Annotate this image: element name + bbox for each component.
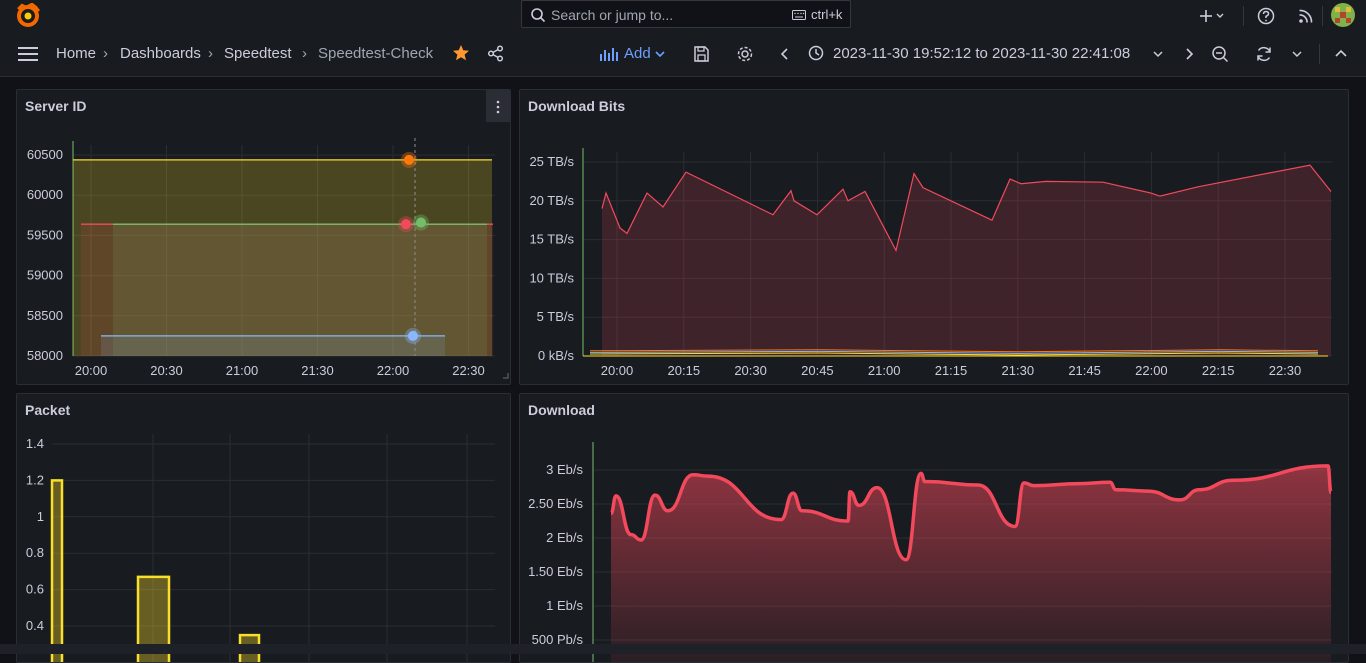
- chevron-down-icon: [1216, 13, 1224, 18]
- settings-gear-icon[interactable]: [736, 45, 754, 63]
- user-avatar[interactable]: [1331, 3, 1355, 27]
- y-tick-label: 25 TB/s: [529, 154, 574, 169]
- hover-point: [416, 217, 426, 228]
- y-tick-label: 1.4: [26, 436, 44, 451]
- panel-packet[interactable]: Packet 0.4 0.6 0.8 1 1.2 1.4: [16, 393, 511, 663]
- clock-icon: [808, 45, 824, 61]
- chevron-down-icon[interactable]: [1290, 45, 1304, 63]
- y-tick-label: 1.2: [26, 472, 44, 487]
- y-tick-label: 1.50 Eb/s: [528, 564, 583, 579]
- packet-chart[interactable]: 0.4 0.6 0.8 1 1.2 1.4: [17, 394, 511, 663]
- divider: [1243, 6, 1244, 26]
- y-tick-label: 2 Eb/s: [546, 530, 583, 545]
- x-tick-label: 21:00: [226, 363, 259, 378]
- time-range-picker[interactable]: 2023-11-30 19:52:12 to 2023-11-30 22:41:…: [833, 45, 1130, 62]
- y-tick-label: 1 Eb/s: [546, 598, 583, 613]
- download-bits-chart[interactable]: 0 kB/s 5 TB/s 10 TB/s 15 TB/s 20 TB/s 25 TB/s…: [520, 90, 1349, 385]
- divider: [1319, 44, 1320, 64]
- chevron-right-icon: ›: [103, 45, 108, 62]
- x-tick-label: 21:30: [1002, 363, 1035, 378]
- menu-icon[interactable]: [18, 46, 38, 62]
- news-rss-icon[interactable]: [1296, 6, 1316, 26]
- x-tick-label: 20:15: [668, 363, 701, 378]
- x-tick-label: 22:00: [1135, 363, 1168, 378]
- x-tick-label: 21:00: [868, 363, 901, 378]
- series-area: [602, 165, 1331, 356]
- y-tick-label: 15 TB/s: [529, 232, 574, 247]
- chevron-right-icon: ›: [208, 45, 213, 62]
- zoom-out-icon[interactable]: [1211, 45, 1229, 63]
- breadcrumb-home[interactable]: Home: [56, 45, 96, 62]
- x-tick-label: 22:30: [1269, 363, 1302, 378]
- y-tick-label: 59000: [27, 268, 63, 283]
- x-tick-label: 20:00: [601, 363, 634, 378]
- download-chart[interactable]: 500 Pb/s1 Eb/s1.50 Eb/s2 Eb/s2.50 Eb/s3 …: [520, 394, 1349, 663]
- x-tick-label: 20:45: [801, 363, 834, 378]
- search-shortcut: ctrl+k: [811, 7, 843, 22]
- x-tick-label: 21:15: [935, 363, 968, 378]
- x-tick-label: 22:15: [1202, 363, 1235, 378]
- save-icon[interactable]: [692, 45, 710, 63]
- x-tick-label: 22:30: [452, 363, 485, 378]
- taskbar-strip: [0, 644, 1366, 654]
- time-forward-icon[interactable]: [1182, 45, 1196, 63]
- dashboard-nav-bar: Home › Dashboards › Speedtest › Speedtes…: [0, 32, 1366, 77]
- grafana-logo-icon[interactable]: [14, 3, 42, 29]
- chevron-right-icon: ›: [302, 45, 307, 62]
- panel-download[interactable]: Download 500 Pb/s 1 Eb/s 1.50 Eb/s 2 Eb/s 2.…: [519, 393, 1349, 663]
- refresh-icon[interactable]: [1255, 45, 1273, 63]
- add-panel-icon: [600, 48, 618, 61]
- top-bar: Search or jump to... ctrl+k: [0, 0, 1366, 33]
- star-icon[interactable]: [452, 44, 470, 62]
- y-tick-label: 0.6: [26, 582, 44, 597]
- hover-point: [401, 219, 411, 230]
- server-id-chart[interactable]: 58000 58500 59000 59500 60000 60500 20:00 20:30…: [17, 90, 511, 385]
- divider: [1322, 6, 1323, 26]
- plus-icon: [1200, 10, 1212, 22]
- y-tick-label: 60500: [27, 147, 63, 162]
- search-icon: [531, 8, 546, 23]
- chevron-down-icon: [655, 51, 665, 58]
- y-tick-label: 3 Eb/s: [546, 462, 583, 477]
- x-tick-label: 22:00: [377, 363, 410, 378]
- search-bar[interactable]: Search or jump to... ctrl+k: [521, 0, 851, 28]
- chevron-down-icon[interactable]: [1151, 45, 1165, 63]
- search-placeholder: Search or jump to...: [551, 7, 674, 23]
- y-tick-label: 0 kB/s: [538, 348, 575, 363]
- chevron-up-icon[interactable]: [1333, 45, 1349, 63]
- hover-point: [408, 330, 418, 341]
- y-tick-label: 0.4: [26, 618, 44, 633]
- x-tick-label: 20:30: [734, 363, 767, 378]
- hover-point: [404, 154, 414, 165]
- x-tick-label: 21:45: [1068, 363, 1101, 378]
- y-tick-label: 0.8: [26, 545, 44, 560]
- keyboard-icon: [792, 10, 806, 20]
- help-icon[interactable]: [1256, 6, 1276, 26]
- x-tick-label: 20:30: [150, 363, 183, 378]
- breadcrumb-current: Speedtest-Check: [318, 45, 434, 62]
- x-tick-label: 21:30: [301, 363, 334, 378]
- y-tick-label: 60000: [27, 187, 63, 202]
- y-tick-label: 1: [37, 509, 44, 524]
- y-tick-label: 58500: [27, 308, 63, 323]
- breadcrumb-speedtest[interactable]: Speedtest: [224, 45, 292, 62]
- breadcrumb-dashboards[interactable]: Dashboards: [120, 45, 201, 62]
- panel-download-bits[interactable]: Download Bits 0 kB/s 5 TB/s 10 TB/s 15 TB/s…: [519, 89, 1349, 385]
- time-back-icon[interactable]: [778, 45, 792, 63]
- add-button-label: Add: [624, 45, 651, 62]
- y-tick-label: 58000: [27, 348, 63, 363]
- panel-server-id[interactable]: Server ID 58000 58500 59000 59500 60000 60500…: [16, 89, 511, 385]
- y-tick-label: 59500: [27, 227, 63, 242]
- resize-handle-icon: [503, 373, 509, 379]
- y-tick-label: 20 TB/s: [529, 193, 574, 208]
- x-tick-label: 20:00: [75, 363, 108, 378]
- new-plus-button[interactable]: [1196, 6, 1226, 26]
- series-area: [101, 335, 445, 356]
- bar: [50, 479, 64, 662]
- series-area: [611, 465, 1331, 662]
- y-tick-label: 10 TB/s: [529, 270, 574, 285]
- y-tick-label: 2.50 Eb/s: [528, 496, 583, 511]
- share-icon[interactable]: [487, 45, 504, 62]
- y-tick-label: 5 TB/s: [537, 309, 575, 324]
